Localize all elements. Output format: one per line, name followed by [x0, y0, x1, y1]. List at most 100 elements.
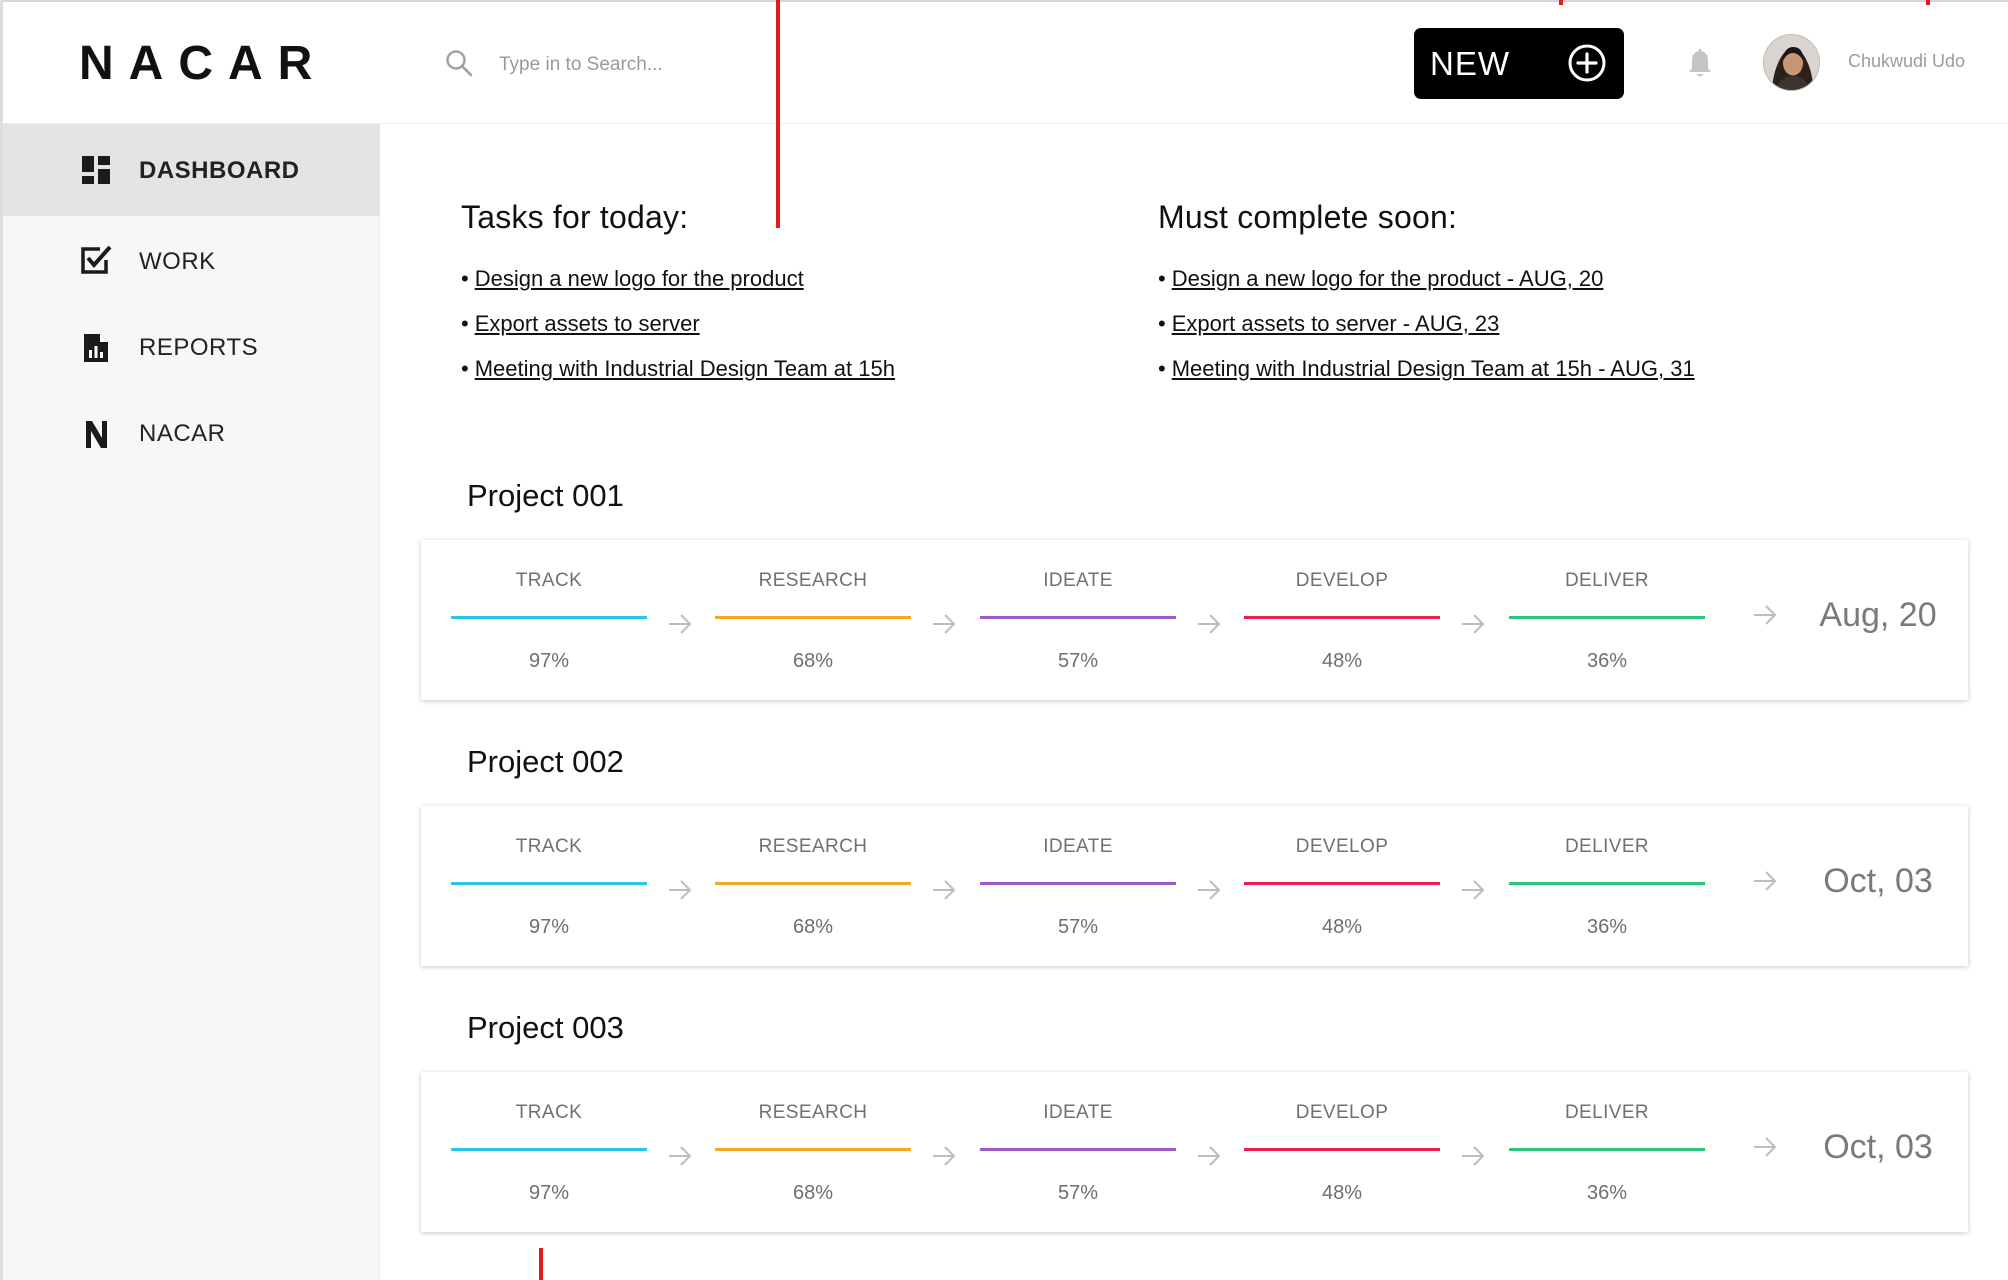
stage-percent: 97%: [528, 916, 570, 938]
arrow-right-icon: [1198, 1146, 1221, 1166]
arrow-right-icon: [1462, 1146, 1485, 1166]
arrow-right-icon: [1462, 614, 1485, 634]
arrow-right-icon: [669, 880, 692, 900]
sidebar-item-reports[interactable]: REPORTS: [3, 302, 380, 394]
arrow-right-icon: [1462, 880, 1485, 900]
stage-research: RESEARCH 68%: [715, 540, 911, 700]
checkbox-icon: [81, 245, 112, 274]
task-link[interactable]: Design a new logo for the product - AUG,…: [1172, 266, 1604, 291]
search-icon[interactable]: [444, 48, 474, 78]
must-complete-section: Must complete soon: • Design a new logo f…: [1158, 196, 1695, 391]
user-portrait-icon: [1764, 35, 1819, 90]
due-date: Aug, 20: [1819, 596, 1937, 634]
stage-research: RESEARCH 68%: [715, 806, 911, 966]
stage-percent: 36%: [1586, 650, 1628, 672]
stage-percent: 57%: [1057, 1182, 1099, 1204]
sidebar-item-label: REPORTS: [139, 334, 259, 361]
stage-bar: [980, 1148, 1176, 1151]
user-name[interactable]: Chukwudi Udo: [1848, 51, 1965, 72]
app-logo[interactable]: NACAR: [79, 36, 327, 92]
task-link[interactable]: Export assets to server - AUG, 23: [1172, 311, 1500, 336]
stage-track: TRACK 97%: [451, 1072, 647, 1232]
new-button[interactable]: NEW: [1414, 28, 1624, 99]
stage-label: DEVELOP: [1295, 570, 1389, 591]
stage-ideate: IDEATE 57%: [980, 1072, 1176, 1232]
stage-percent: 36%: [1586, 1182, 1628, 1204]
project-card[interactable]: TRACK 97% RESEARCH 68% IDEATE 57% DEVELO…: [421, 540, 1968, 700]
sidebar-item-work[interactable]: WORK: [3, 216, 380, 308]
stage-percent: 48%: [1321, 916, 1363, 938]
project-title: Project 003: [467, 1010, 624, 1045]
stage-label: TRACK: [515, 836, 583, 857]
tasks-today-heading: Tasks for today:: [461, 199, 689, 235]
red-guide-line: [776, 0, 780, 228]
stage-develop: DEVELOP 48%: [1244, 806, 1440, 966]
stage-label: IDEATE: [1043, 836, 1113, 857]
stage-bar: [980, 616, 1176, 619]
tasks-today-list: • Design a new logo for the product • Expo…: [461, 256, 895, 391]
list-item: • Meeting with Industrial Design Team at …: [461, 356, 895, 381]
stage-label: DEVELOP: [1295, 1102, 1389, 1123]
stage-label: RESEARCH: [758, 836, 868, 857]
stage-percent: 36%: [1586, 916, 1628, 938]
stage-percent: 57%: [1057, 916, 1099, 938]
stage-percent: 68%: [792, 916, 834, 938]
stage-track: TRACK 97%: [451, 806, 647, 966]
avatar[interactable]: [1763, 34, 1820, 91]
stage-ideate: IDEATE 57%: [980, 540, 1176, 700]
sidebar-item-nacar[interactable]: NACAR: [3, 388, 380, 480]
plus-circle-icon: [1568, 44, 1606, 82]
project-title: Project 002: [467, 744, 624, 779]
stage-label: DEVELOP: [1295, 836, 1389, 857]
stage-deliver: DELIVER 36%: [1509, 806, 1705, 966]
task-link[interactable]: Export assets to server: [475, 311, 700, 336]
stage-percent: 68%: [792, 1182, 834, 1204]
bell-icon[interactable]: [1686, 48, 1714, 80]
list-item: • Design a new logo for the product - AUG…: [1158, 266, 1604, 291]
stage-label: DELIVER: [1564, 570, 1650, 591]
sidebar: DASHBOARD WORK REPORTS NACAR: [3, 124, 380, 1280]
stage-label: RESEARCH: [758, 570, 868, 591]
stage-bar: [715, 882, 911, 885]
stage-bar: [451, 1148, 647, 1151]
list-item: • Export assets to server: [461, 311, 700, 336]
task-link[interactable]: Design a new logo for the product: [475, 266, 804, 291]
stage-percent: 68%: [792, 650, 834, 672]
dashboard-icon: [82, 156, 110, 184]
arrow-right-icon: [1754, 605, 1777, 625]
new-button-label: NEW: [1430, 45, 1510, 82]
task-link[interactable]: Meeting with Industrial Design Team at 1…: [1172, 356, 1695, 381]
due-date: Oct, 03: [1823, 862, 1933, 900]
stage-bar: [1509, 1148, 1705, 1151]
project-title: Project 001: [467, 478, 624, 513]
search-input[interactable]: [499, 46, 799, 84]
sidebar-item-label: DASHBOARD: [139, 157, 300, 184]
arrow-right-icon: [1198, 880, 1221, 900]
arrow-right-icon: [669, 1146, 692, 1166]
stage-bar: [715, 616, 911, 619]
stage-bar: [1244, 616, 1440, 619]
project-card[interactable]: TRACK 97% RESEARCH 68% IDEATE 57% DEVELO…: [421, 1072, 1968, 1232]
stage-label: TRACK: [515, 570, 583, 591]
stage-research: RESEARCH 68%: [715, 1072, 911, 1232]
stage-ideate: IDEATE 57%: [980, 806, 1176, 966]
stage-bar: [1509, 882, 1705, 885]
sidebar-item-label: WORK: [139, 248, 216, 275]
stage-percent: 48%: [1321, 1182, 1363, 1204]
stage-percent: 97%: [528, 650, 570, 672]
stage-percent: 57%: [1057, 650, 1099, 672]
sidebar-item-dashboard[interactable]: DASHBOARD: [3, 124, 380, 216]
arrow-right-icon: [1198, 614, 1221, 634]
project-card[interactable]: TRACK 97% RESEARCH 68% IDEATE 57% DEVELO…: [421, 806, 1968, 966]
due-date: Oct, 03: [1823, 1128, 1933, 1166]
list-item: • Export assets to server - AUG, 23: [1158, 311, 1500, 336]
red-guide-line: [539, 1248, 543, 1280]
arrow-right-icon: [933, 880, 956, 900]
tasks-today-section: Tasks for today: • Design a new logo for …: [461, 196, 895, 391]
task-link[interactable]: Meeting with Industrial Design Team at 1…: [475, 356, 895, 381]
report-icon: [84, 334, 108, 362]
stage-label: RESEARCH: [758, 1102, 868, 1123]
red-guide-line: [1559, 0, 1563, 5]
stage-develop: DEVELOP 48%: [1244, 540, 1440, 700]
arrow-right-icon: [933, 614, 956, 634]
